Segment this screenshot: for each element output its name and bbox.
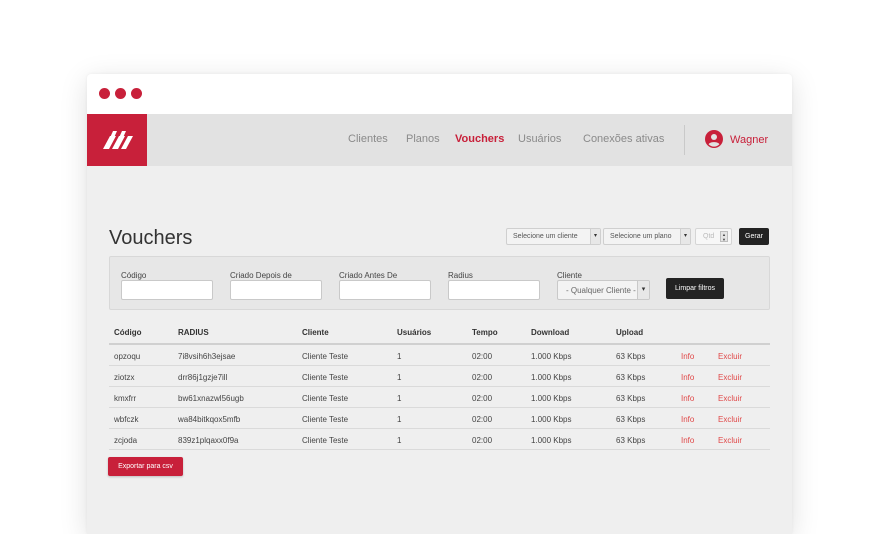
cell-radius: bw61xnazwl56ugb [178, 394, 244, 403]
cell-tempo: 02:00 [472, 436, 493, 445]
table-row: kmxfrr bw61xnazwl56ugb Cliente Teste 1 0… [109, 387, 770, 408]
browser-window: Clientes Planos Vouchers Usuários Conexõ… [87, 74, 792, 534]
info-link[interactable]: Info [681, 436, 694, 445]
table-row: opzoqu 7i8vsih6h3ejsae Cliente Teste 1 0… [109, 345, 770, 366]
plan-select[interactable]: Selecione um plano ▾ [603, 228, 691, 245]
chevron-down-icon: ▾ [680, 229, 690, 244]
codigo-label: Código [121, 271, 147, 280]
column-header-usuarios: Usuários [397, 328, 432, 337]
cell-download: 1.000 Kbps [531, 373, 572, 382]
cell-cliente: Cliente Teste [302, 436, 349, 445]
cell-download: 1.000 Kbps [531, 436, 572, 445]
cell-radius: 839z1plqaxx0f9a [178, 436, 239, 445]
criado-depois-label: Criado Depois de [230, 271, 292, 280]
criado-antes-label: Criado Antes De [339, 271, 398, 280]
client-select[interactable]: Selecione um cliente ▾ [506, 228, 601, 245]
cliente-filter-value: - Qualquer Cliente - [566, 286, 636, 295]
quantity-stepper[interactable]: Qtd ▲ ▼ [695, 228, 732, 245]
column-header-download: Download [531, 328, 570, 337]
cell-codigo: kmxfrr [114, 394, 137, 403]
brand-logo-icon [103, 131, 133, 149]
nav-item-planos[interactable]: Planos [406, 133, 440, 145]
cliente-filter-select[interactable]: - Qualquer Cliente - ▾ [557, 280, 650, 300]
table-row: ziotzx drr86j1gzje7ill Cliente Teste 1 0… [109, 366, 770, 387]
clear-filters-button[interactable]: Limpar filtros [666, 278, 724, 299]
cell-radius: wa84bitkqox5mfb [178, 415, 241, 424]
cell-tempo: 02:00 [472, 352, 493, 361]
cell-download: 1.000 Kbps [531, 352, 572, 361]
column-header-radius: RADIUS [178, 328, 209, 337]
cell-usuarios: 1 [397, 415, 402, 424]
nav-divider [684, 125, 685, 155]
cell-codigo: wbfczk [114, 415, 139, 424]
info-link[interactable]: Info [681, 352, 694, 361]
quantity-placeholder: Qtd [703, 233, 715, 240]
chevron-down-icon: ▾ [590, 229, 600, 244]
cell-usuarios: 1 [397, 352, 402, 361]
column-header-tempo: Tempo [472, 328, 498, 337]
cell-radius: 7i8vsih6h3ejsae [178, 352, 236, 361]
delete-link[interactable]: Excluir [718, 352, 742, 361]
cell-download: 1.000 Kbps [531, 394, 572, 403]
info-link[interactable]: Info [681, 373, 694, 382]
client-select-value: Selecione um cliente [513, 233, 578, 240]
cell-cliente: Cliente Teste [302, 415, 349, 424]
radius-input[interactable] [448, 280, 540, 300]
column-header-codigo: Código [114, 328, 142, 337]
column-header-cliente: Cliente [302, 328, 329, 337]
cell-radius: drr86j1gzje7ill [178, 373, 228, 382]
cell-cliente: Cliente Teste [302, 394, 349, 403]
radius-label: Radius [448, 271, 473, 280]
top-navbar: Clientes Planos Vouchers Usuários Conexõ… [87, 114, 792, 166]
user-account-icon[interactable] [705, 130, 723, 148]
criado-depois-input[interactable] [230, 280, 322, 300]
cell-upload: 63 Kbps [616, 436, 646, 445]
window-dot [99, 88, 110, 99]
window-dot [131, 88, 142, 99]
cell-usuarios: 1 [397, 373, 402, 382]
cell-codigo: opzoqu [114, 352, 141, 361]
filter-panel: Código Criado Depois de Criado Antes De … [109, 256, 770, 310]
cell-usuarios: 1 [397, 436, 402, 445]
cell-tempo: 02:00 [472, 394, 493, 403]
cell-upload: 63 Kbps [616, 373, 646, 382]
generate-button[interactable]: Gerar [739, 228, 769, 245]
delete-link[interactable]: Excluir [718, 394, 742, 403]
table-row: zcjoda 839z1plqaxx0f9a Cliente Teste 1 0… [109, 429, 770, 450]
nav-item-usuarios[interactable]: Usuários [518, 133, 561, 145]
info-link[interactable]: Info [681, 415, 694, 424]
table-row: wbfczk wa84bitkqox5mfb Cliente Teste 1 0… [109, 408, 770, 429]
cell-cliente: Cliente Teste [302, 352, 349, 361]
brand-logo[interactable] [87, 114, 147, 166]
nav-item-vouchers[interactable]: Vouchers [455, 133, 504, 145]
delete-link[interactable]: Excluir [718, 415, 742, 424]
codigo-input[interactable] [121, 280, 213, 300]
window-dot [115, 88, 126, 99]
page-title: Vouchers [109, 227, 193, 249]
delete-link[interactable]: Excluir [718, 373, 742, 382]
nav-item-clientes[interactable]: Clientes [348, 133, 388, 145]
criado-antes-input[interactable] [339, 280, 431, 300]
cell-download: 1.000 Kbps [531, 415, 572, 424]
cell-codigo: zcjoda [114, 436, 138, 445]
nav-item-conexoes-ativas[interactable]: Conexões ativas [583, 133, 664, 145]
cell-codigo: ziotzx [114, 373, 135, 382]
cell-cliente: Cliente Teste [302, 373, 349, 382]
cell-upload: 63 Kbps [616, 394, 646, 403]
export-csv-button[interactable]: Exportar para csv [108, 457, 183, 476]
info-link[interactable]: Info [681, 394, 694, 403]
cell-tempo: 02:00 [472, 415, 493, 424]
cell-usuarios: 1 [397, 394, 402, 403]
cell-upload: 63 Kbps [616, 352, 646, 361]
cell-tempo: 02:00 [472, 373, 493, 382]
cliente-label: Cliente [557, 271, 582, 280]
cell-upload: 63 Kbps [616, 415, 646, 424]
delete-link[interactable]: Excluir [718, 436, 742, 445]
chevron-down-icon: ▾ [637, 281, 649, 299]
window-titlebar [87, 74, 792, 114]
column-header-upload: Upload [616, 328, 644, 337]
plan-select-value: Selecione um plano [610, 233, 672, 240]
stepper-arrows-icon[interactable]: ▲ ▼ [720, 231, 728, 242]
user-name[interactable]: Wagner [730, 134, 768, 146]
